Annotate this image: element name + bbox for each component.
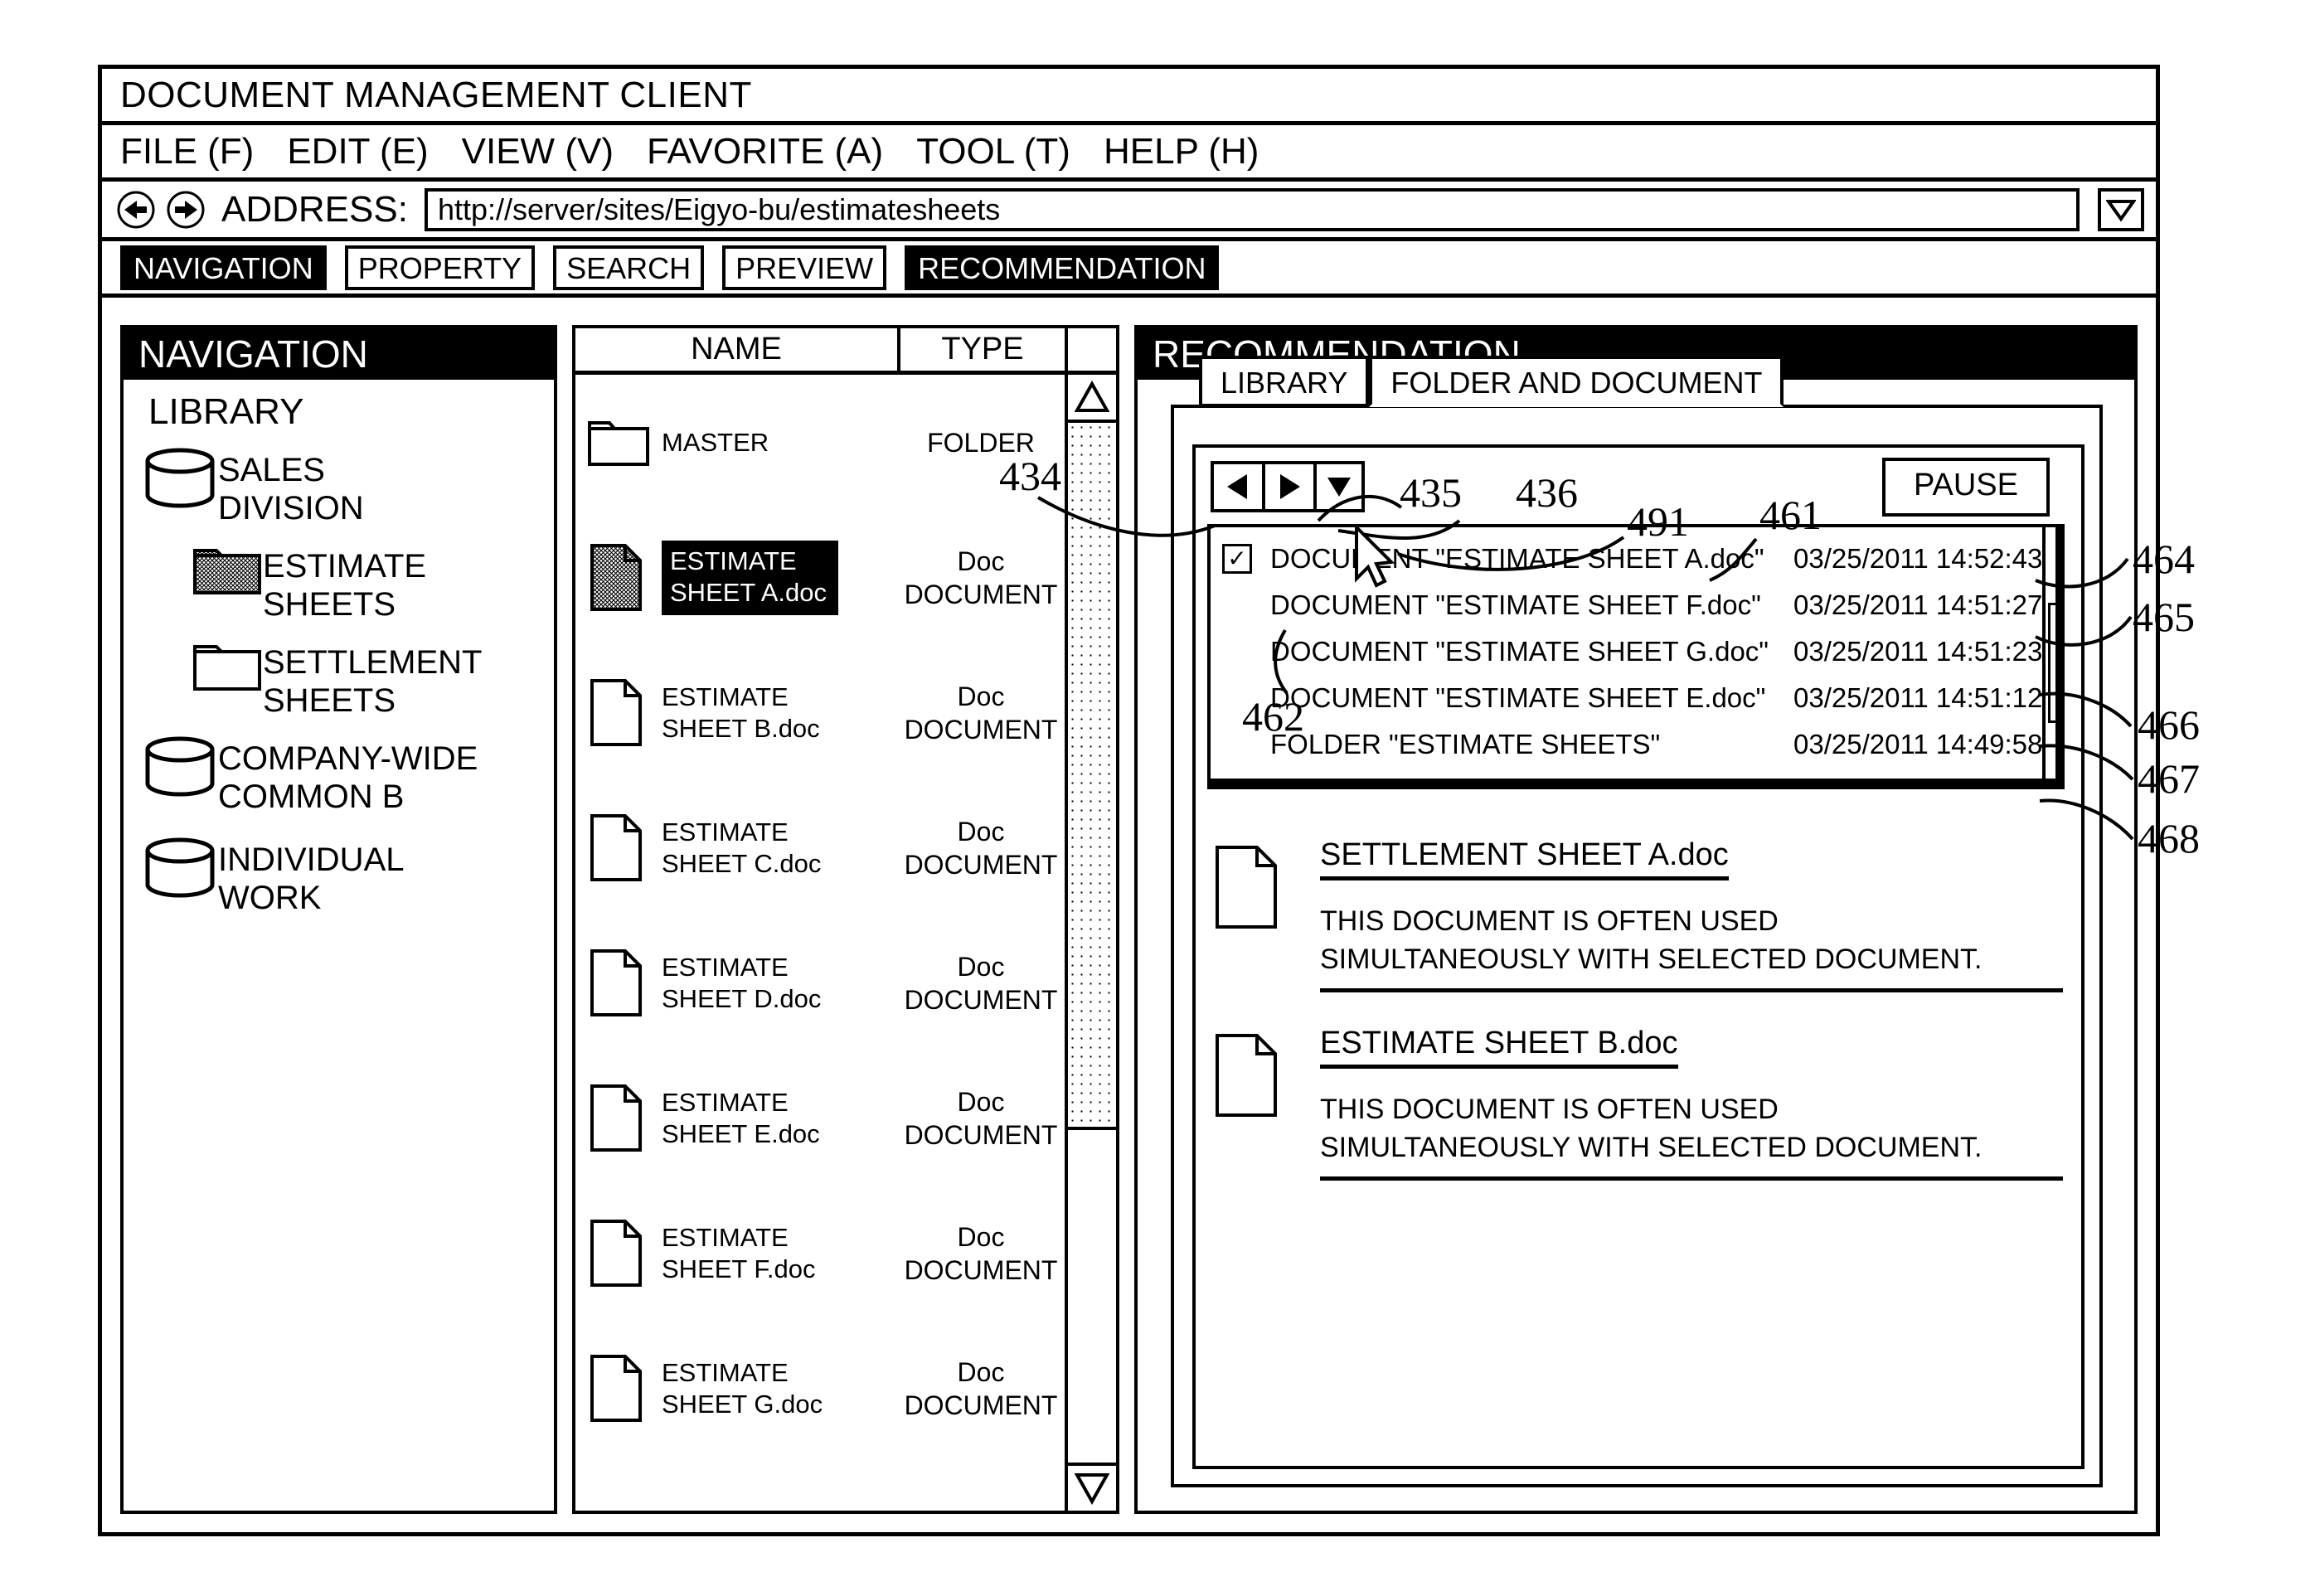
callout-436: 436 bbox=[1516, 469, 1578, 516]
callout-462: 462 bbox=[1242, 693, 1304, 740]
figure-canvas: DOCUMENT MANAGEMENT CLIENT FILE (F) EDIT… bbox=[0, 0, 2315, 1596]
callout-467: 467 bbox=[2138, 755, 2200, 802]
callout-434: 434 bbox=[999, 453, 1061, 499]
callout-468: 468 bbox=[2138, 815, 2200, 861]
callout-435: 435 bbox=[1400, 469, 1462, 516]
callout-466: 466 bbox=[2138, 701, 2200, 748]
callout-465: 465 bbox=[2133, 594, 2195, 640]
callout-461: 461 bbox=[1759, 492, 1822, 538]
callout-491: 491 bbox=[1627, 498, 1689, 545]
callout-leader-lines bbox=[1036, 494, 2134, 841]
mouse-cursor-icon bbox=[1355, 524, 1395, 588]
callout-464: 464 bbox=[2133, 536, 2195, 582]
